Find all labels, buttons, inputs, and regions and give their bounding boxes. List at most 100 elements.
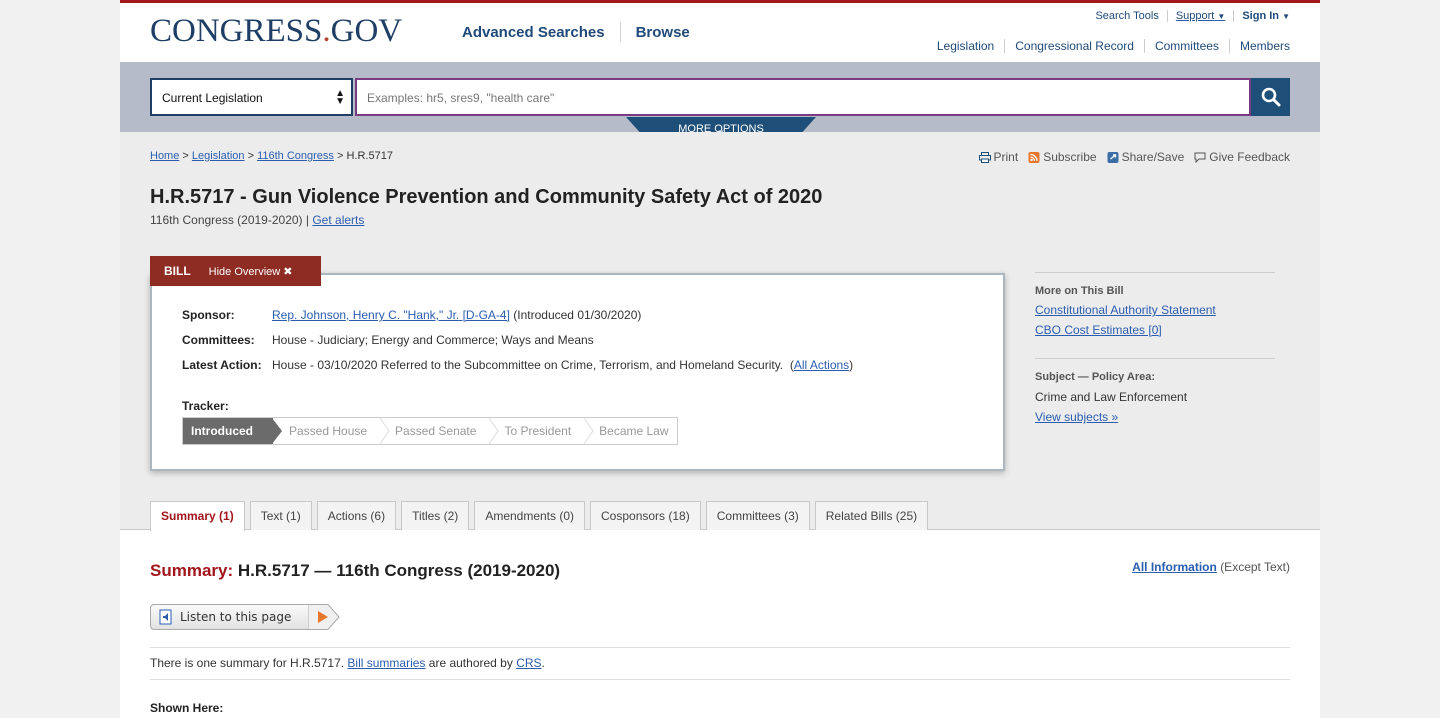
summary-count-text: There is one summary for H.R.5717. [150, 656, 345, 670]
breadcrumb-congress[interactable]: 116th Congress [257, 150, 334, 162]
all-actions-link[interactable]: All Actions [794, 358, 849, 372]
bill-tab-label: BILL [164, 264, 191, 278]
give-feedback-label: Give Feedback [1209, 150, 1290, 164]
search-button[interactable] [1251, 78, 1290, 116]
logo-text: CONGRESS [150, 13, 323, 49]
nav-advanced-searches[interactable]: Advanced Searches [462, 24, 620, 41]
cbo-cost-estimates-link[interactable]: CBO Cost Estimates [0] [1035, 323, 1275, 337]
paren: ) [849, 358, 854, 372]
tracker-step-became-law: Became Law [585, 418, 676, 444]
sign-in-menu[interactable]: Sign In ▼ [1233, 10, 1290, 22]
secondary-nav: Legislation Congressional Record Committ… [927, 39, 1290, 53]
sign-in-label: Sign In [1242, 10, 1280, 22]
secnav-members[interactable]: Members [1228, 39, 1290, 53]
tab-summary[interactable]: Summary (1) [150, 501, 245, 531]
select-arrows-icon: ▲ ▼ [335, 88, 345, 107]
breadcrumb-separator: > [247, 150, 254, 162]
summary-heading-bill: H.R.5717 — 116th Congress (2019-2020) [237, 561, 561, 580]
give-feedback-button[interactable]: Give Feedback [1194, 150, 1290, 164]
breadcrumb-legislation[interactable]: Legislation [192, 150, 245, 162]
crs-link[interactable]: CRS [516, 656, 541, 670]
play-icon [308, 604, 340, 630]
logo-dot: . [322, 13, 331, 49]
speaker-document-icon [159, 609, 172, 625]
tab-text[interactable]: Text (1) [249, 501, 312, 530]
printer-icon [978, 151, 991, 163]
print-button[interactable]: Print [978, 150, 1019, 164]
sidebar-more-on-bill: More on This Bill Constitutional Authori… [1035, 272, 1275, 337]
policy-area-heading: Subject — Policy Area: [1035, 371, 1156, 383]
secnav-legislation[interactable]: Legislation [927, 39, 1004, 53]
subscribe-button[interactable]: Subscribe [1028, 150, 1097, 164]
tab-actions[interactable]: Actions (6) [316, 501, 397, 530]
bill-congress-line: 116th Congress (2019-2020) | Get alerts [150, 213, 364, 227]
tracker-step-label: Became Law [599, 424, 669, 438]
speech-bubble-icon [1194, 152, 1206, 163]
hide-overview-button[interactable]: Hide Overview ✖ [205, 265, 293, 278]
share-save-button[interactable]: Share/Save [1107, 150, 1185, 164]
breadcrumb: Home > Legislation > 116th Congress > H.… [150, 150, 393, 162]
sponsor-label: Sponsor: [182, 308, 235, 322]
breadcrumb-separator: > [182, 150, 189, 162]
search-input[interactable]: Examples: hr5, sres9, "health care" [355, 78, 1251, 116]
congress-session-text: 116th Congress (2019-2020) | [150, 213, 309, 227]
latest-action-label: Latest Action: [182, 358, 262, 372]
support-menu[interactable]: Support ▼ [1166, 10, 1234, 22]
nav-browse[interactable]: Browse [636, 24, 705, 41]
sidebar-subject: Subject — Policy Area: Crime and Law Enf… [1035, 358, 1275, 424]
search-scope-value: Current Legislation [162, 91, 263, 105]
introduced-date: (Introduced 01/30/2020) [513, 308, 642, 322]
utility-nav: Search Tools Support ▼ Sign In ▼ [1087, 10, 1290, 22]
more-on-bill-heading: More on This Bill [1035, 285, 1124, 297]
subscribe-label: Subscribe [1043, 150, 1097, 164]
tracker-chevron [272, 418, 282, 444]
summary-heading: Summary: H.R.5717 — 116th Congress (2019… [150, 561, 560, 581]
committees-row: Committees: House - Judiciary; Energy and… [182, 333, 594, 347]
divider [150, 679, 1290, 680]
rss-icon [1028, 151, 1040, 163]
tab-committees[interactable]: Committees (3) [705, 501, 810, 530]
search-scope-select[interactable]: Current Legislation ▲ ▼ [150, 78, 353, 116]
bill-summaries-link[interactable]: Bill summaries [347, 656, 425, 670]
divider [1035, 358, 1275, 359]
tracker-step-passed-senate: Passed Senate [381, 418, 500, 444]
tracker-step-label: Introduced [191, 424, 253, 438]
bill-overview-tab: BILL Hide Overview ✖ [150, 256, 321, 286]
view-subjects-link[interactable]: View subjects » [1035, 410, 1275, 424]
search-placeholder: Examples: hr5, sres9, "health care" [367, 91, 555, 105]
all-information-link[interactable]: All Information [1132, 560, 1217, 574]
policy-area-value: Crime and Law Enforcement [1035, 390, 1188, 404]
nav-divider [619, 22, 621, 42]
search-tools-link[interactable]: Search Tools [1087, 10, 1166, 22]
tab-amendments[interactable]: Amendments (0) [474, 501, 586, 530]
listen-label-box: Listen to this page [150, 604, 310, 630]
latest-action-value: House - 03/10/2020 Referred to the Subco… [272, 358, 784, 372]
tracker-label: Tracker: [182, 399, 229, 413]
period: . [541, 656, 545, 670]
constitutional-authority-link[interactable]: Constitutional Authority Statement [1035, 303, 1275, 317]
listen-label: Listen to this page [180, 610, 292, 624]
secnav-congressional-record[interactable]: Congressional Record [1004, 39, 1144, 53]
page: CONGRESS.GOV Advanced Searches Browse Se… [120, 0, 1320, 718]
status-tracker: Introduced Passed House Passed Senate To… [182, 417, 678, 445]
support-label: Support [1175, 10, 1215, 22]
latest-action-row: Latest Action: House - 03/10/2020 Referre… [182, 358, 853, 372]
congress-gov-logo[interactable]: CONGRESS.GOV [150, 13, 402, 50]
sponsor-link[interactable]: Rep. Johnson, Henry C. "Hank," Jr. [D-GA… [272, 308, 510, 322]
get-alerts-link[interactable]: Get alerts [312, 213, 364, 227]
breadcrumb-current: H.R.5717 [346, 150, 393, 162]
divider [1035, 272, 1275, 273]
share-save-label: Share/Save [1121, 150, 1185, 164]
share-icon [1107, 151, 1119, 163]
tab-cosponsors[interactable]: Cosponsors (18) [590, 501, 701, 530]
breadcrumb-home[interactable]: Home [150, 150, 179, 162]
all-information: All Information (Except Text) [1132, 560, 1290, 574]
listen-to-page-button[interactable]: Listen to this page [150, 604, 340, 630]
tab-related-bills[interactable]: Related Bills (25) [814, 501, 929, 530]
tab-titles[interactable]: Titles (2) [401, 501, 470, 530]
committees-value: House - Judiciary; Energy and Commerce; … [272, 333, 594, 347]
logo-tld: GOV [330, 13, 403, 49]
tracker-step-label: To President [504, 424, 572, 438]
print-label: Print [993, 150, 1019, 164]
secnav-committees[interactable]: Committees [1143, 39, 1229, 53]
